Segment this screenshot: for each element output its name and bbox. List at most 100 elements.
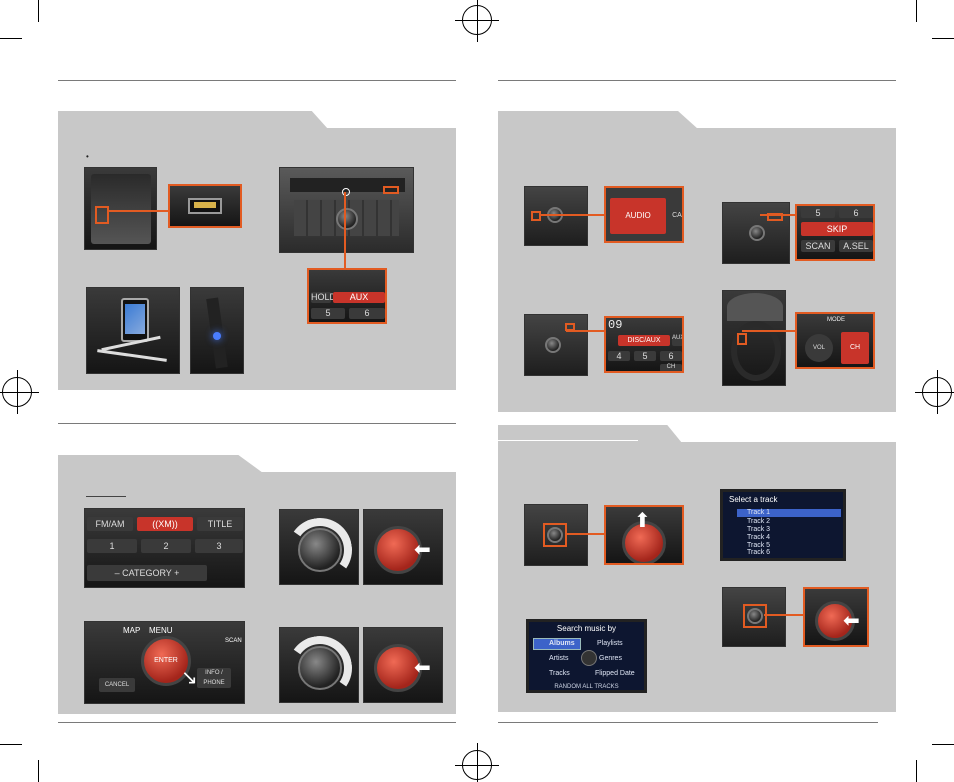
menu-label: MENU xyxy=(149,626,173,635)
usb-port-zoom xyxy=(168,184,242,228)
search-music-screen: Search music by Albums Playlists Artists… xyxy=(526,619,647,693)
preset-6-button[interactable]: 6 xyxy=(660,351,682,361)
scan-button[interactable]: SCAN xyxy=(801,240,835,252)
knob-headunit-photo xyxy=(722,587,786,647)
knob-zoom: ⬆ xyxy=(604,505,684,565)
press-arrow-icon: ↘ xyxy=(181,667,198,689)
registration-mark xyxy=(455,743,499,782)
track-item[interactable]: Track 4 xyxy=(747,534,770,541)
mode-label: MODE xyxy=(827,317,845,323)
preset-4-button[interactable]: 4 xyxy=(608,351,630,361)
preset-2-button[interactable]: 2 xyxy=(141,539,191,553)
footer-rule xyxy=(498,722,878,723)
hold-button: HOLD xyxy=(311,292,337,303)
title-button[interactable]: TITLE xyxy=(197,517,243,531)
display-readout: 09 xyxy=(608,318,623,332)
rotate-knob-photo xyxy=(279,627,359,703)
disc-aux-button[interactable]: DISC/AUX xyxy=(618,335,670,346)
preset-3-button[interactable]: 3 xyxy=(195,539,243,553)
search-item-tracks[interactable]: Tracks xyxy=(549,670,570,677)
section-tab xyxy=(498,111,698,129)
cancel-button[interactable]: CANCEL xyxy=(99,678,135,692)
search-item-flipped-date[interactable]: Flipped Date xyxy=(595,670,635,677)
knob-press-zoom: ⬅ xyxy=(803,587,869,647)
preset-1-button[interactable]: 1 xyxy=(87,539,137,553)
press-arrow-icon: ⬅ xyxy=(843,610,860,632)
leader-line xyxy=(344,192,346,268)
crop-mark xyxy=(38,0,39,22)
console-photo xyxy=(84,167,157,250)
rotate-arrow-icon xyxy=(282,630,358,702)
enter-knob-photo: MAP MENU SCAN ENTER CANCEL INFO / PHONE … xyxy=(84,621,245,704)
preset-5-button[interactable]: 5 xyxy=(311,308,345,319)
skip-headunit-photo xyxy=(722,202,790,264)
crop-mark xyxy=(916,0,917,22)
rotate-arrow-icon xyxy=(282,512,358,584)
asel-button[interactable]: A.SEL xyxy=(839,240,873,252)
audio-button-zoom: AUDIO CA xyxy=(604,186,684,243)
section-rule xyxy=(58,423,456,424)
side-button: CA xyxy=(670,198,682,234)
search-item-albums[interactable]: Albums xyxy=(549,640,575,647)
vol-button[interactable]: VOL xyxy=(805,334,833,362)
track-item[interactable]: Track 6 xyxy=(747,549,770,556)
scan-label: SCAN xyxy=(225,638,242,644)
xm-button[interactable]: ((XM)) xyxy=(137,517,193,531)
fmam-button[interactable]: FM/AM xyxy=(87,517,133,531)
section-tab xyxy=(58,111,328,129)
crop-mark xyxy=(38,760,39,782)
preset-5-button[interactable]: 5 xyxy=(634,351,656,361)
leader-line xyxy=(764,614,804,616)
skip-button[interactable]: SKIP xyxy=(801,222,873,236)
header-rule xyxy=(58,80,456,81)
leader-line xyxy=(566,533,606,535)
press-arrow-icon: ⬅ xyxy=(414,657,431,679)
search-item-artists[interactable]: Artists xyxy=(549,655,568,662)
steering-wheel-photo xyxy=(722,290,786,386)
audio-headunit-photo xyxy=(524,186,588,246)
track-list-screen: Select a track Track 1 Track 2 Track 3 T… xyxy=(720,489,846,561)
steering-zoom: MODE VOL CH xyxy=(795,312,875,369)
track-item[interactable]: Track 5 xyxy=(747,542,770,549)
panel-caption-rule xyxy=(86,496,126,497)
crop-mark xyxy=(932,38,954,39)
crop-mark xyxy=(0,744,22,745)
random-all-tracks[interactable]: RANDOM ALL TRACKS xyxy=(529,684,644,690)
disc-headunit-photo xyxy=(524,314,588,376)
usb-device-photo xyxy=(190,287,244,374)
preset-6-button[interactable]: 6 xyxy=(349,308,385,319)
rotate-knob-photo xyxy=(279,509,359,585)
knob-headunit-photo xyxy=(524,504,588,566)
headunit-photo xyxy=(279,167,414,253)
manual-spread: • HOLD AUX 5 6 AUDIO CA 5 6 SKIP SCAN A.… xyxy=(0,0,954,782)
section-tab xyxy=(58,455,263,473)
tab-rule xyxy=(498,440,638,441)
registration-mark xyxy=(0,370,39,414)
crop-mark xyxy=(916,760,917,782)
preset-6-button[interactable]: 6 xyxy=(839,208,873,218)
track-item[interactable]: Track 1 xyxy=(747,509,770,516)
ch-button[interactable]: CH xyxy=(841,332,869,364)
preset-5-button[interactable]: 5 xyxy=(801,208,835,218)
audio-button[interactable]: AUDIO xyxy=(610,198,666,234)
track-item[interactable]: Track 3 xyxy=(747,526,770,533)
search-item-genres[interactable]: Genres xyxy=(599,655,622,662)
leader-line xyxy=(742,330,796,332)
crop-mark xyxy=(932,744,954,745)
leader-line xyxy=(760,214,796,216)
track-item[interactable]: Track 2 xyxy=(747,518,770,525)
caption-bullet: • xyxy=(86,152,89,161)
leader-line xyxy=(540,214,606,216)
ipod-photo xyxy=(86,287,180,374)
map-label: MAP xyxy=(123,626,141,635)
info-phone-button[interactable]: INFO / PHONE xyxy=(197,668,231,688)
header-rule xyxy=(498,80,896,81)
xm-buttons-photo: FM/AM ((XM)) TITLE 1 2 3 – CATEGORY + xyxy=(84,508,245,588)
footer-rule xyxy=(58,722,456,723)
registration-mark xyxy=(915,370,954,414)
category-button[interactable]: – CATEGORY + xyxy=(87,565,207,581)
enter-label: ENTER xyxy=(154,657,178,664)
search-item-playlists[interactable]: Playlists xyxy=(597,640,623,647)
press-knob-photo: ⬅ xyxy=(363,627,443,703)
aux-button[interactable]: AUX xyxy=(333,292,385,303)
